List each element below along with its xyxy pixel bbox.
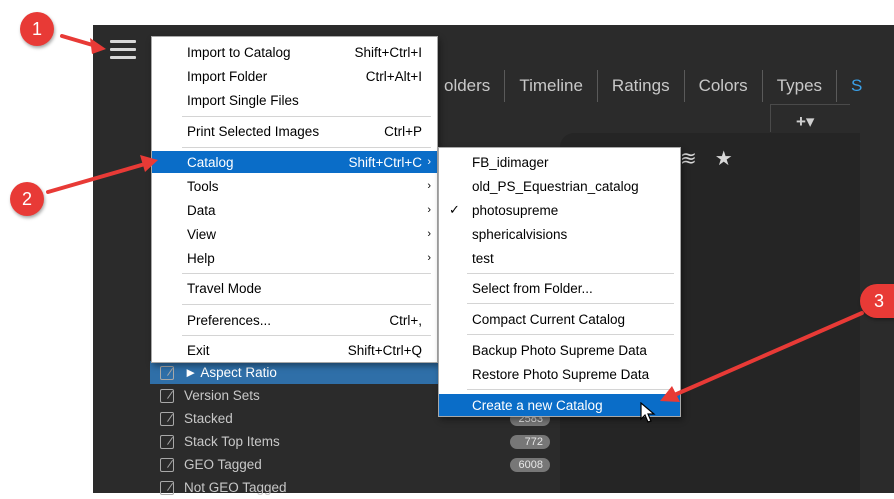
- step-marker-1: 1: [20, 12, 54, 46]
- annotation-arrows: [46, 34, 864, 402]
- step-marker-3: 3: [860, 284, 894, 318]
- step-marker-2: 2: [10, 182, 44, 216]
